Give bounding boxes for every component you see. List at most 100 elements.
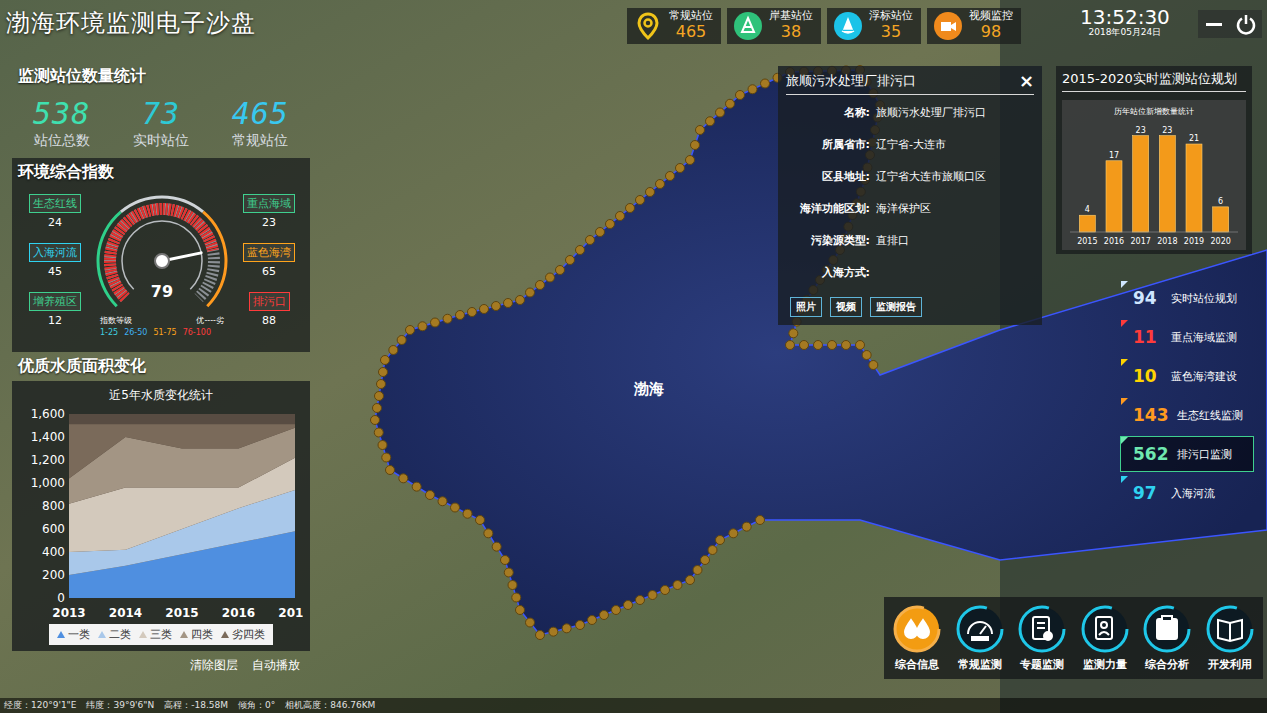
category-item[interactable]: 97入海河流 [1120,475,1254,511]
station-marker-icon[interactable] [588,616,597,625]
station-marker-icon[interactable] [406,326,415,335]
index-tag[interactable]: 入海河流 [29,243,81,262]
station-marker-icon[interactable] [386,466,395,475]
station-marker-icon[interactable] [504,299,513,308]
station-marker-icon[interactable] [656,180,665,189]
category-item[interactable]: 11重点海域监测 [1120,319,1254,355]
station-marker-icon[interactable] [706,117,715,126]
station-marker-icon[interactable] [377,380,386,389]
station-marker-icon[interactable] [371,416,380,425]
category-item[interactable]: 143生态红线监测 [1120,397,1254,433]
station-marker-icon[interactable] [716,536,725,545]
station-marker-icon[interactable] [438,497,447,506]
station-marker-icon[interactable] [648,591,657,600]
category-item[interactable]: 562排污口监测 [1120,436,1254,472]
station-marker-icon[interactable] [596,228,605,237]
station-marker-icon[interactable] [716,108,725,117]
station-marker-icon[interactable] [708,546,717,555]
station-marker-icon[interactable] [686,576,695,585]
station-marker-icon[interactable] [606,220,615,229]
station-marker-icon[interactable] [673,581,682,590]
station-marker-icon[interactable] [501,556,510,565]
nav-item[interactable]: 综合信息 [892,604,942,672]
station-marker-icon[interactable] [786,341,795,350]
station-marker-icon[interactable] [526,618,535,627]
station-marker-icon[interactable] [800,341,809,350]
station-marker-icon[interactable] [646,188,655,197]
station-marker-icon[interactable] [412,482,421,491]
station-marker-icon[interactable] [701,556,710,565]
station-marker-icon[interactable] [418,322,427,331]
station-marker-icon[interactable] [397,336,406,345]
station-marker-icon[interactable] [856,341,865,350]
legend-item[interactable]: 二类 [98,627,131,642]
stat-chip[interactable]: 视频监控98 [927,8,1021,44]
index-tag[interactable]: 增养殖区 [29,292,81,311]
station-marker-icon[interactable] [686,156,695,165]
station-marker-icon[interactable] [375,392,384,401]
station-marker-icon[interactable] [556,266,565,275]
station-marker-icon[interactable] [508,581,517,590]
station-marker-icon[interactable] [379,368,388,377]
legend-item[interactable]: 一类 [57,627,90,642]
chart-button[interactable]: 清除图层 [190,657,238,674]
station-marker-icon[interactable] [789,329,798,338]
station-marker-icon[interactable] [382,453,391,462]
station-marker-icon[interactable] [624,601,633,610]
station-marker-icon[interactable] [512,593,521,602]
station-marker-icon[interactable] [691,141,700,150]
stat-chip[interactable]: 浮标站位35 [827,8,921,44]
station-marker-icon[interactable] [736,91,745,100]
station-marker-icon[interactable] [536,631,545,640]
station-marker-icon[interactable] [456,311,465,320]
category-item[interactable]: 10蓝色海湾建设 [1120,358,1254,394]
station-marker-icon[interactable] [600,611,609,620]
station-marker-icon[interactable] [389,346,398,355]
station-marker-icon[interactable] [516,296,525,305]
station-marker-icon[interactable] [676,164,685,173]
legend-item[interactable]: 三类 [139,627,172,642]
station-marker-icon[interactable] [666,172,675,181]
station-marker-icon[interactable] [476,516,485,525]
station-marker-icon[interactable] [492,302,501,311]
popup-button[interactable]: 监测报告 [870,297,922,317]
station-marker-icon[interactable] [549,627,558,636]
station-marker-icon[interactable] [484,529,493,538]
chart-button[interactable]: 自动播放 [252,657,300,674]
station-marker-icon[interactable] [443,314,452,323]
legend-item[interactable]: 四类 [180,627,213,642]
station-marker-icon[interactable] [546,273,555,282]
category-item[interactable]: 94实时站位规划 [1120,280,1254,316]
station-marker-icon[interactable] [399,474,408,483]
station-marker-icon[interactable] [626,204,635,213]
station-marker-icon[interactable] [451,503,460,512]
popup-button[interactable]: 视频 [830,297,862,317]
station-marker-icon[interactable] [756,516,765,525]
station-marker-icon[interactable] [586,236,595,245]
station-marker-icon[interactable] [526,288,535,297]
station-marker-icon[interactable] [504,568,513,577]
station-marker-icon[interactable] [828,341,837,350]
station-marker-icon[interactable] [463,509,472,518]
index-tag[interactable]: 生态红线 [29,194,81,213]
station-marker-icon[interactable] [468,308,477,317]
station-marker-icon[interactable] [862,351,871,360]
station-marker-icon[interactable] [842,341,851,350]
station-marker-icon[interactable] [761,79,770,88]
station-marker-icon[interactable] [616,212,625,221]
station-marker-icon[interactable] [636,596,645,605]
nav-item[interactable]: 专题监测 [1017,604,1067,672]
index-tag[interactable]: 排污口 [249,292,290,311]
station-marker-icon[interactable] [426,491,435,500]
station-marker-icon[interactable] [492,542,501,551]
station-marker-icon[interactable] [374,428,383,437]
station-marker-icon[interactable] [636,196,645,205]
popup-button[interactable]: 照片 [790,297,822,317]
station-marker-icon[interactable] [373,404,382,413]
station-marker-icon[interactable] [661,586,670,595]
station-marker-icon[interactable] [726,99,735,108]
station-marker-icon[interactable] [480,305,489,314]
index-tag[interactable]: 蓝色海湾 [243,243,295,262]
station-marker-icon[interactable] [742,522,751,531]
station-marker-icon[interactable] [431,318,440,327]
